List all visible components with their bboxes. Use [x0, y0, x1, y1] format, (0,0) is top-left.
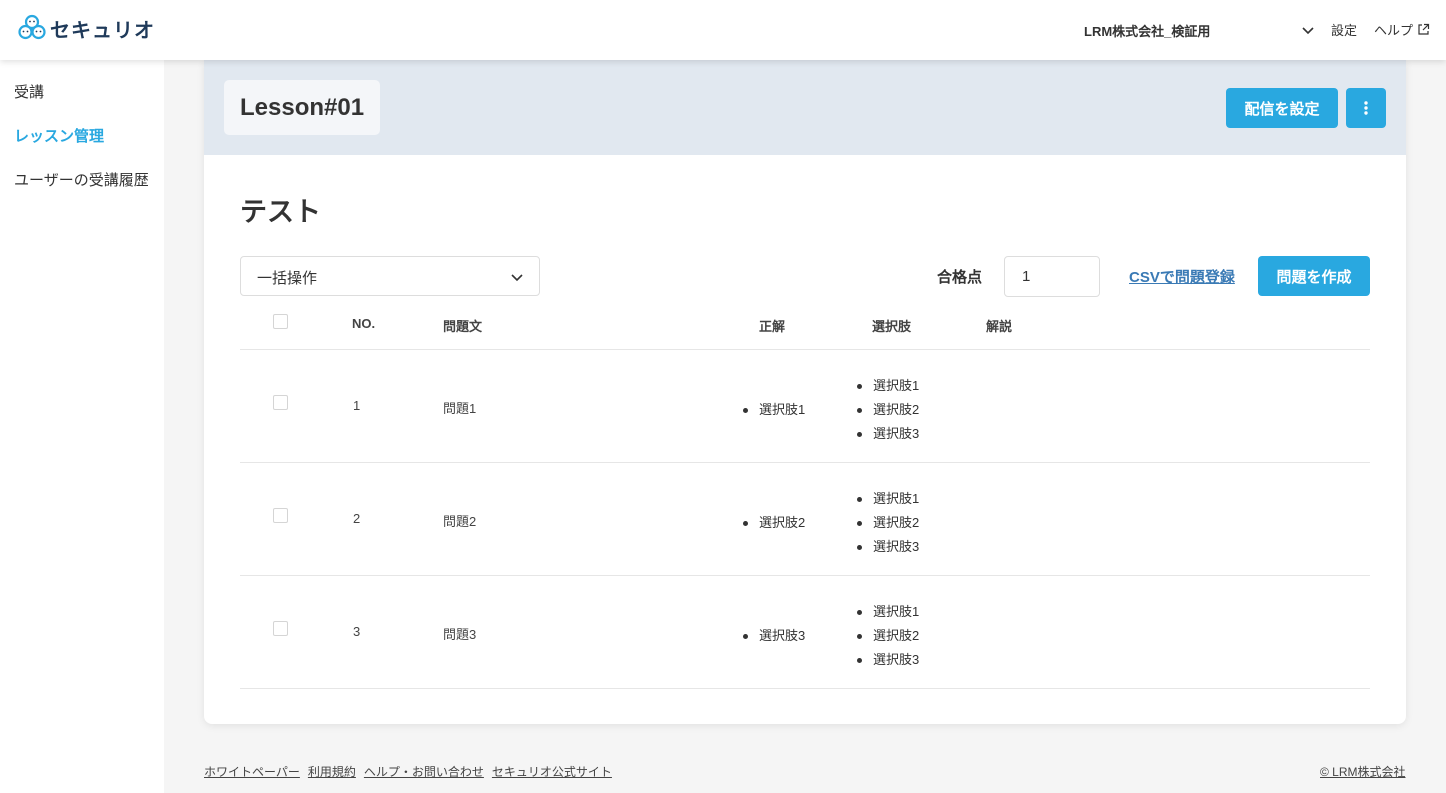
list-item: 選択肢1 — [857, 487, 920, 511]
footer-link-terms[interactable]: 利用規約 — [308, 763, 356, 780]
sidebar-item-lesson-management[interactable]: レッスン管理 — [14, 125, 154, 149]
choice-text: 選択肢3 — [873, 652, 920, 667]
row-checkbox[interactable] — [273, 508, 288, 523]
answer-list: 選択肢1 — [743, 398, 806, 422]
questions-table: NO. 問題文 正解 選択肢 解説 1 問題1 選択肢1 選択肢1 選択肢2 選… — [240, 304, 1370, 689]
choice-text: 選択肢3 — [873, 539, 920, 554]
choice-text: 選択肢1 — [873, 491, 920, 506]
column-explanation: 解説 — [986, 319, 1013, 334]
table-header: NO. 問題文 正解 選択肢 解説 — [240, 304, 1370, 350]
section-title: テスト — [240, 197, 321, 227]
settings-link[interactable]: 設定 — [1331, 20, 1357, 39]
question-no: 2 — [353, 511, 361, 526]
copyright[interactable]: © LRM株式会社 — [1320, 763, 1406, 780]
help-label: ヘルプ — [1374, 23, 1414, 38]
column-choices: 選択肢 — [872, 319, 912, 334]
list-item: 選択肢2 — [857, 398, 920, 422]
choice-text: 選択肢3 — [873, 426, 920, 441]
choice-text: 選択肢1 — [873, 604, 920, 619]
table-row[interactable]: 3 問題3 選択肢3 選択肢1 選択肢2 選択肢3 — [240, 576, 1370, 689]
column-answer: 正解 — [759, 319, 786, 334]
external-link-icon — [1418, 23, 1430, 35]
list-item: 選択肢1 — [857, 600, 920, 624]
question-text: 問題2 — [443, 514, 477, 529]
brand-name: セキュリオ — [50, 19, 155, 42]
sidebar-item-user-history[interactable]: ユーザーの受講履歴 — [14, 169, 154, 193]
footer-link-official-site[interactable]: セキュリオ公式サイト — [492, 763, 612, 780]
help-link[interactable]: ヘルプ — [1374, 20, 1430, 39]
sidebar: 受講 レッスン管理 ユーザーの受講履歴 — [0, 60, 164, 793]
answer-list: 選択肢2 — [743, 511, 806, 535]
chevron-down-icon — [511, 274, 523, 282]
answer-list: 選択肢3 — [743, 624, 806, 648]
lesson-header: Lesson#01 配信を設定 — [204, 60, 1406, 155]
choices-list: 選択肢1 選択肢2 選択肢3 — [857, 374, 920, 446]
brand-logo[interactable]: セキュリオ — [17, 13, 155, 43]
question-no: 3 — [353, 624, 361, 639]
answer-text: 選択肢2 — [759, 515, 806, 530]
list-item: 選択肢1 — [743, 398, 806, 422]
list-item: 選択肢2 — [743, 511, 806, 535]
question-text: 問題1 — [443, 401, 477, 416]
footer-link-help-contact[interactable]: ヘルプ・お問い合わせ — [364, 763, 484, 780]
answer-text: 選択肢3 — [759, 628, 806, 643]
footer-link-whitepaper[interactable]: ホワイトペーパー — [204, 763, 300, 780]
choice-text: 選択肢1 — [873, 378, 920, 393]
pass-score-label: 合格点 — [937, 269, 983, 286]
sidebar-item-lessons-attend[interactable]: 受講 — [14, 81, 154, 105]
choice-text: 選択肢2 — [873, 402, 920, 417]
question-no: 1 — [353, 398, 361, 413]
deliver-settings-button[interactable]: 配信を設定 — [1226, 88, 1338, 128]
choices-list: 選択肢1 選択肢2 選択肢3 — [857, 600, 920, 672]
table-row[interactable]: 2 問題2 選択肢2 選択肢1 選択肢2 選択肢3 — [240, 463, 1370, 576]
more-options-button[interactable] — [1346, 88, 1386, 128]
choice-text: 選択肢2 — [873, 628, 920, 643]
top-bar: セキュリオ LRM株式会社_検証用 設定 ヘルプ — [0, 0, 1446, 60]
people-cluster-icon — [18, 14, 46, 40]
lesson-card: Lesson#01 配信を設定 テスト 一括操作 合格点 CSVで問題登録 問題… — [204, 60, 1406, 724]
list-item: 選択肢2 — [857, 511, 920, 535]
org-switcher-chevron-down-icon[interactable] — [1298, 20, 1318, 40]
pass-score-input[interactable] — [1004, 256, 1100, 297]
list-item: 選択肢3 — [857, 535, 920, 559]
column-no: NO. — [352, 316, 376, 331]
list-item: 選択肢1 — [857, 374, 920, 398]
bulk-action-label: 一括操作 — [257, 270, 318, 287]
list-item: 選択肢3 — [743, 624, 806, 648]
list-item: 選択肢3 — [857, 648, 920, 672]
select-all-checkbox[interactable] — [273, 314, 288, 329]
row-checkbox[interactable] — [273, 395, 288, 410]
question-text: 問題3 — [443, 627, 477, 642]
table-row[interactable]: 1 問題1 選択肢1 選択肢1 選択肢2 選択肢3 — [240, 350, 1370, 463]
choice-text: 選択肢2 — [873, 515, 920, 530]
choices-list: 選択肢1 選択肢2 選択肢3 — [857, 487, 920, 559]
org-name: LRM株式会社_検証用 — [1084, 24, 1211, 39]
csv-register-link[interactable]: CSVで問題登録 — [1129, 266, 1235, 287]
answer-text: 選択肢1 — [759, 402, 806, 417]
create-question-button[interactable]: 問題を作成 — [1258, 256, 1370, 296]
list-item: 選択肢3 — [857, 422, 920, 446]
lesson-title: Lesson#01 — [224, 80, 381, 135]
kebab-menu-icon — [1364, 101, 1368, 115]
bulk-action-select[interactable]: 一括操作 — [240, 256, 540, 296]
row-checkbox[interactable] — [273, 621, 288, 636]
footer-links: ホワイトペーパー 利用規約 ヘルプ・お問い合わせ セキュリオ公式サイト — [204, 763, 612, 780]
column-question: 問題文 — [443, 319, 483, 334]
list-item: 選択肢2 — [857, 624, 920, 648]
